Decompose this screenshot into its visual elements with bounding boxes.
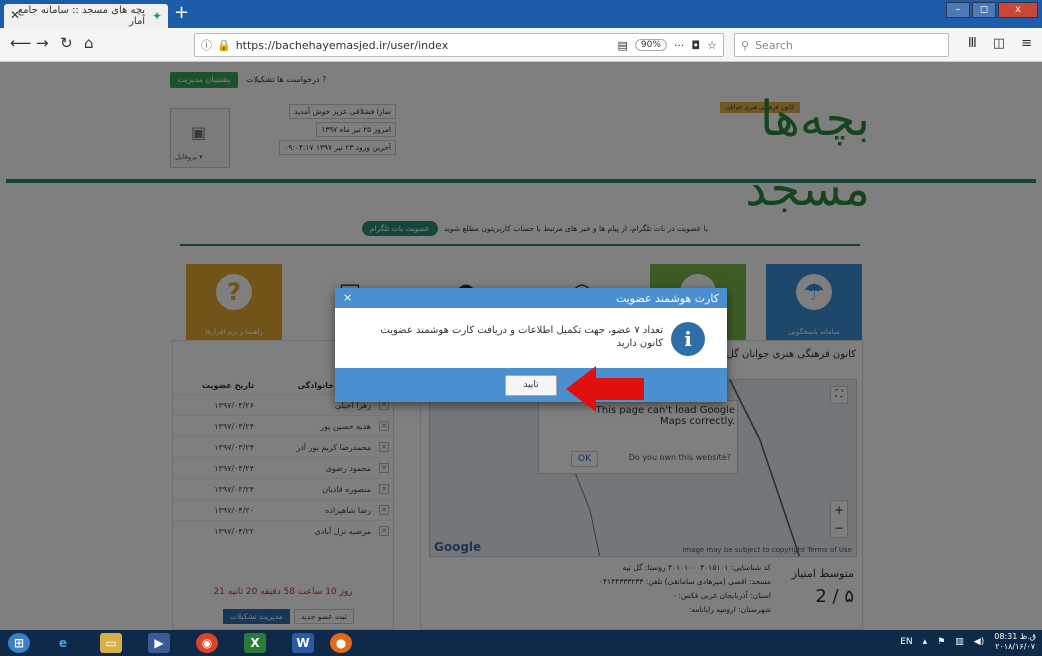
- home-button-icon[interactable]: ⌂: [84, 34, 94, 52]
- sidebar-icon[interactable]: ◫: [993, 36, 1005, 51]
- start-button-icon[interactable]: ⊞: [8, 633, 30, 653]
- excel-icon[interactable]: X: [244, 633, 266, 653]
- url-text: https://bachehayemasjed.ir/user/index: [235, 38, 449, 52]
- modal-title: کارت هوشمند عضویت: [615, 291, 719, 305]
- new-tab-button[interactable]: +: [174, 2, 189, 23]
- address-bar[interactable]: ⓘ 🔒 https://bachehayemasjed.ir/user/inde…: [194, 33, 724, 57]
- explorer-icon[interactable]: ▭: [100, 633, 122, 653]
- tab-close-icon[interactable]: ✕: [10, 8, 20, 22]
- clock-time: 08:31 ق.ظ: [994, 632, 1036, 641]
- clock[interactable]: 08:31 ق.ظ ۲۰۱۸/۱۶/۰۷: [994, 632, 1036, 652]
- minimize-button[interactable]: –: [946, 2, 970, 18]
- taskbar: ⊞ e ▭ ▶ ◉ X W ● EN ▴ ⚑ ▥ ◀) 08:31 ق.ظ ۲۰…: [0, 630, 1042, 656]
- navigation-bar: ⟵ → ↻ ⌂ ⓘ 🔒 https://bachehayemasjed.ir/u…: [0, 28, 1042, 62]
- menu-icon[interactable]: ≡: [1021, 36, 1032, 51]
- modal-header: کارت هوشمند عضویت ×: [335, 288, 727, 308]
- flag-icon[interactable]: ⚑: [937, 637, 945, 647]
- language-indicator[interactable]: EN: [900, 637, 912, 647]
- confirm-button[interactable]: تایید: [505, 375, 557, 396]
- modal-footer: تایید: [335, 368, 727, 402]
- bookmark-star-icon[interactable]: ☆: [707, 39, 717, 52]
- back-button-icon[interactable]: ⟵: [10, 34, 32, 52]
- forward-button-icon[interactable]: →: [36, 34, 49, 52]
- chrome-icon[interactable]: ◉: [196, 633, 218, 653]
- volume-icon[interactable]: ◀): [974, 637, 984, 647]
- reader-view-icon[interactable]: ▤: [618, 39, 628, 52]
- zoom-level[interactable]: 90%: [634, 39, 667, 51]
- close-window-button[interactable]: x: [998, 2, 1038, 18]
- tab-title: بچه های مسجد :: سامانه جامع آمار: [17, 5, 146, 27]
- window-controls: – ◻ x: [946, 2, 1038, 18]
- library-icon[interactable]: Ⅲ: [968, 36, 977, 51]
- maximize-button[interactable]: ◻: [972, 2, 996, 18]
- page-actions-icon[interactable]: ···: [674, 39, 685, 52]
- info-icon: i: [671, 322, 705, 356]
- clock-date: ۲۰۱۸/۱۶/۰۷: [995, 642, 1035, 651]
- reload-button-icon[interactable]: ↻: [60, 34, 73, 52]
- site-favicon-icon: ✦: [151, 9, 162, 23]
- word-icon[interactable]: W: [292, 633, 314, 653]
- red-arrow-icon: [566, 366, 644, 412]
- search-input[interactable]: ⚲ Search: [734, 33, 949, 57]
- browser-tab[interactable]: ✦ بچه های مسجد :: سامانه جامع آمار ✕: [4, 4, 168, 28]
- firefox-icon[interactable]: ●: [330, 633, 352, 653]
- search-icon: ⚲: [741, 38, 750, 52]
- toolbar-right: Ⅲ ◫ ≡: [968, 36, 1032, 51]
- modal-message: تعداد ۷ عضو، جهت تکمیل اطلاعات و دریافت …: [380, 325, 663, 349]
- modal-close-icon[interactable]: ×: [343, 291, 352, 304]
- pocket-icon[interactable]: ◘: [691, 39, 700, 52]
- info-icon[interactable]: ⓘ: [201, 37, 212, 53]
- network-icon[interactable]: ▥: [955, 637, 964, 647]
- search-placeholder: Search: [755, 38, 793, 52]
- media-icon[interactable]: ▶: [148, 633, 170, 653]
- lock-icon: 🔒: [217, 38, 231, 52]
- ie-icon[interactable]: e: [52, 633, 74, 653]
- system-tray: EN ▴ ⚑ ▥ ◀) 08:31 ق.ظ ۲۰۱۸/۱۶/۰۷: [900, 632, 1036, 652]
- membership-card-modal: کارت هوشمند عضویت × i تعداد ۷ عضو، جهت ت…: [335, 288, 727, 402]
- tray-arrow-icon[interactable]: ▴: [923, 637, 928, 647]
- title-bar: ✦ بچه های مسجد :: سامانه جامع آمار ✕ + –…: [0, 0, 1042, 28]
